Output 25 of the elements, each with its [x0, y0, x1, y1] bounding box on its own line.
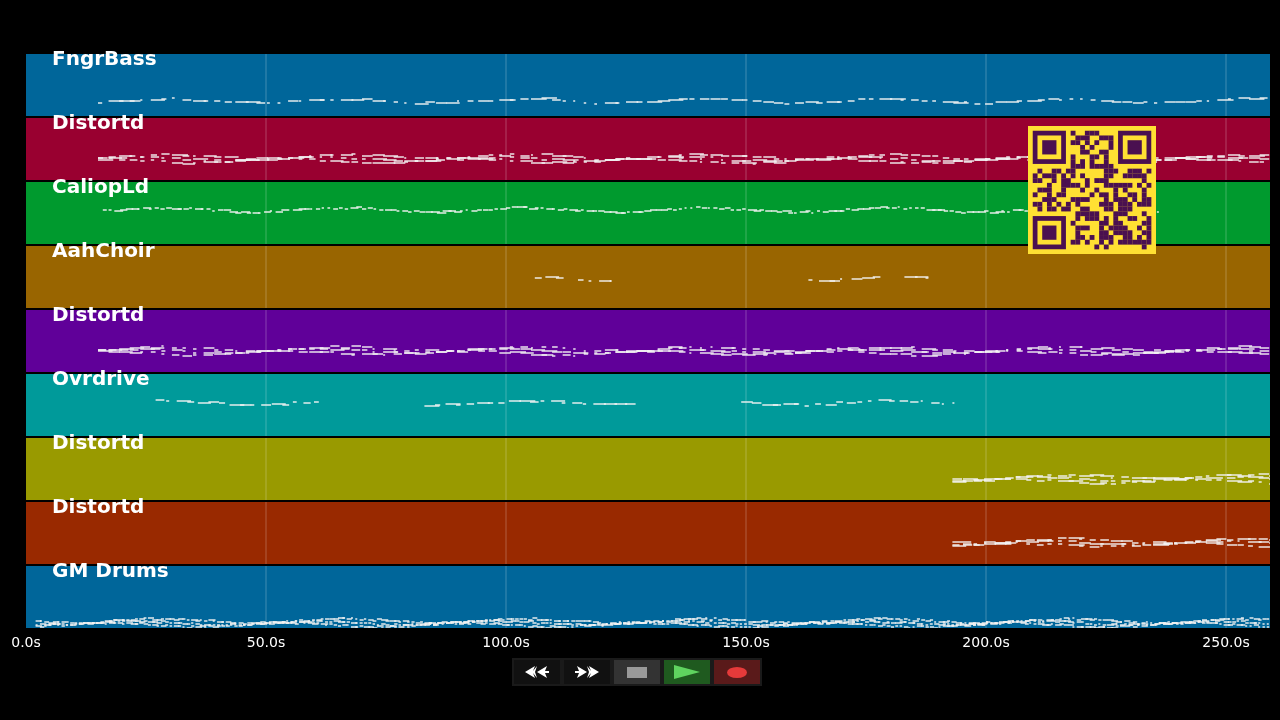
track-name: Distortd — [52, 430, 145, 454]
track-name: Distortd — [52, 494, 145, 518]
track-name: GM Drums — [52, 558, 169, 582]
stop-icon — [627, 666, 647, 678]
time-tick-label: 200.0s — [962, 634, 1010, 650]
time-tick-label: 150.0s — [722, 634, 770, 650]
fast-forward-icon — [575, 666, 599, 678]
record-icon — [727, 666, 747, 678]
time-tick-label: 250.0s — [1202, 634, 1250, 650]
time-tick-label: 100.0s — [482, 634, 530, 650]
track-name: AahChoir — [52, 238, 155, 262]
fast-forward-button[interactable] — [564, 660, 610, 684]
stop-button[interactable] — [614, 660, 660, 684]
track-name: FngrBass — [52, 46, 157, 70]
play-button[interactable] — [664, 660, 710, 684]
play-icon — [674, 665, 700, 679]
time-tick-label: 50.0s — [246, 634, 286, 650]
rewind-button[interactable] — [514, 660, 560, 684]
record-button[interactable] — [714, 660, 760, 684]
track-name: Ovrdrive — [52, 366, 150, 390]
track-name: Distortd — [52, 110, 145, 134]
rewind-icon — [525, 666, 549, 678]
track-name: CaliopLd — [52, 174, 149, 198]
track-name: Distortd — [52, 302, 145, 326]
time-tick-label: 0.0s — [11, 634, 41, 650]
